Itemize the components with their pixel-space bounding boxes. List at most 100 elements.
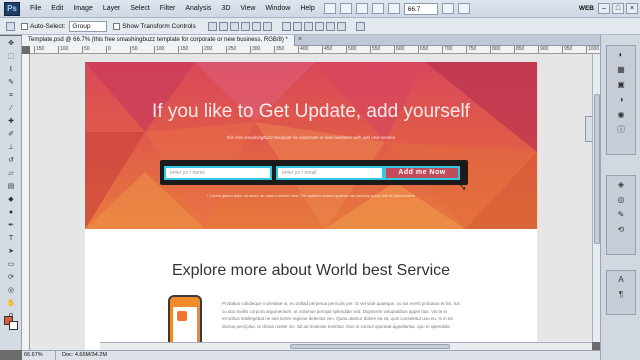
hand-tool-icon[interactable]: ✋ [3,298,19,309]
menu-file[interactable]: File [25,0,46,18]
align-bottom-icon[interactable] [229,21,239,31]
eyedropper-tool-icon[interactable]: ⁄ [3,103,19,114]
zoom-icon[interactable] [387,3,400,14]
color-panel-icon[interactable]: ◐ [614,49,628,61]
document-size[interactable]: Doc: 4.66M/34.2M [62,351,107,360]
lasso-tool-icon[interactable]: ℓ [3,64,19,75]
3d-orbit-icon[interactable]: ◎ [3,285,19,296]
auto-align-icon[interactable] [355,21,365,31]
view-extras-icon[interactable] [355,3,368,14]
align-hcenter-icon[interactable] [251,21,261,31]
menu-view[interactable]: View [235,0,260,18]
ruler-tick: 100 [154,46,165,53]
hero-subtitle: this free smashingbuzz template for corp… [226,135,396,140]
info-panel-icon[interactable]: ⓘ [614,124,628,136]
distribute-left-icon[interactable] [314,21,324,31]
floating-panel[interactable]: ◈ [585,116,592,142]
menu-help[interactable]: Help [295,0,319,18]
auto-select-dropdown[interactable]: Group [69,20,108,32]
move-tool-preset-icon[interactable] [6,21,15,31]
workspace-switcher[interactable]: WEB [579,5,594,12]
ruler-tick: 500 [346,46,357,53]
add-me-now-button[interactable]: Add me Now [384,166,460,180]
close-tab-icon[interactable]: × [298,36,302,43]
paths-panel-icon[interactable]: ✎ [614,209,628,221]
marquee-tool-icon[interactable]: ⬚ [3,51,19,62]
masks-panel-icon[interactable]: ◉ [614,109,628,121]
distribute-bottom-icon[interactable] [303,21,313,31]
pen-tool-icon[interactable]: ✒ [3,220,19,231]
menu-analysis[interactable]: Analysis [180,0,216,18]
move-tool-icon[interactable]: ✥ [3,38,19,49]
show-transform-label: Show Transform Controls [122,22,196,30]
mini-bridge-icon[interactable] [339,3,352,14]
align-left-icon[interactable] [240,21,250,31]
eraser-tool-icon[interactable]: ▱ [3,168,19,179]
healing-brush-icon[interactable]: ✚ [3,116,19,127]
adjustments-panel-icon[interactable]: ◑ [614,94,628,106]
arrange-documents-icon[interactable] [441,3,454,14]
blur-tool-icon[interactable]: ◆ [3,194,19,205]
menu-image[interactable]: Image [68,0,97,18]
horizontal-ruler[interactable]: 150 100 50 0 50 100 150 200 250 300 350 400 450 500 55… [30,46,600,54]
history-panel-icon[interactable]: ⟲ [614,224,628,236]
distribute-top-icon[interactable] [281,21,291,31]
status-zoom[interactable]: 66.67% [22,351,56,360]
dodge-tool-icon[interactable]: ● [3,207,19,218]
menu-window[interactable]: Window [260,0,295,18]
align-right-icon[interactable] [262,21,272,31]
bridge-icon[interactable] [323,3,336,14]
paragraph-panel-icon[interactable]: ¶ [614,289,628,301]
auto-select-checkbox[interactable] [21,22,28,30]
ruler-tick: 700 [442,46,453,53]
quick-select-tool-icon[interactable]: ✎ [3,77,19,88]
maximize-button[interactable]: □ [612,3,624,14]
menu-bar: Ps File Edit Image Layer Select Filter A… [0,0,640,18]
show-transform-checkbox[interactable] [113,22,121,30]
vertical-scrollbar[interactable] [592,54,600,342]
brush-tool-icon[interactable]: ✐ [3,129,19,140]
distribute-hcenter-icon[interactable] [325,21,335,31]
3d-rotate-icon[interactable]: ⟳ [3,272,19,283]
close-button[interactable]: × [626,3,638,14]
menu-select[interactable]: Select [125,0,154,18]
history-brush-icon[interactable]: ↺ [3,155,19,166]
clone-stamp-icon[interactable]: ⊥ [3,142,19,153]
auto-select-label: Auto-Select: [30,22,66,30]
canvas-area[interactable]: If you like to Get Update, add yourself … [30,54,592,350]
gradient-tool-icon[interactable]: ▤ [3,181,19,192]
distribute-vcenter-icon[interactable] [292,21,302,31]
background-color-swatch[interactable] [9,321,18,330]
zoom-level-input[interactable]: 66.7 [403,2,438,15]
vertical-ruler[interactable] [22,54,30,350]
menu-filter[interactable]: Filter [155,0,181,18]
styles-panel-icon[interactable]: ▣ [614,79,628,91]
ruler-tick: 850 [514,46,525,53]
minimize-button[interactable]: – [598,3,610,14]
email-input[interactable]: enter yo r email [276,166,384,180]
menu-layer[interactable]: Layer [98,0,126,18]
character-panel-icon[interactable]: A [614,274,628,286]
layers-panel-icon[interactable]: ◈ [614,179,628,191]
hero-title: If you like to Get Update, add yourself [152,101,470,122]
swatches-panel-icon[interactable]: ▦ [614,64,628,76]
document-canvas[interactable]: If you like to Get Update, add yourself … [85,62,537,350]
ruler-tick: 0 [106,46,111,53]
align-top-icon[interactable] [207,21,217,31]
screen-mode-icon[interactable] [457,3,470,14]
distribute-right-icon[interactable] [336,21,346,31]
menu-edit[interactable]: Edit [46,0,68,18]
crop-tool-icon[interactable]: ⌗ [3,90,19,101]
hand-icon[interactable] [371,3,384,14]
horizontal-scrollbar[interactable] [100,342,592,350]
channels-panel-icon[interactable]: ◎ [614,194,628,206]
document-tab[interactable]: Template.psd @ 66.7% (this free smashing… [22,35,295,46]
horizontal-scroll-thumb[interactable] [290,344,450,349]
type-tool-icon[interactable]: T [3,233,19,244]
menu-3d[interactable]: 3D [216,0,235,18]
ruler-tick: 100 [58,46,69,53]
name-input[interactable]: enter yo r name [164,166,272,180]
align-vcenter-icon[interactable] [218,21,228,31]
path-select-icon[interactable]: ➤ [3,246,19,257]
shape-tool-icon[interactable]: ▭ [3,259,19,270]
